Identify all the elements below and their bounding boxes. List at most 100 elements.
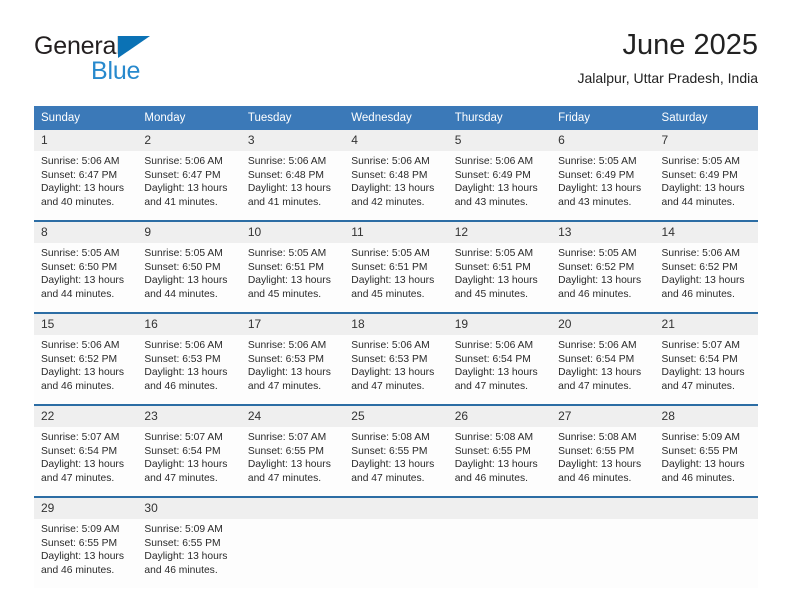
weekday-header-thursday: Thursday: [454, 112, 503, 124]
day-cell[interactable]: Sunrise: 5:06 AM Sunset: 6:47 PM Dayligh…: [137, 151, 240, 220]
daylight-text-line1: Daylight: 13 hours: [558, 183, 642, 195]
daylight-text-line1: Daylight: 13 hours: [661, 183, 745, 195]
sunset-text: Sunset: 6:55 PM: [41, 537, 118, 549]
day-number[interactable]: 2: [137, 130, 240, 151]
day-number[interactable]: 13: [551, 222, 654, 243]
daylight-text-line2: and 47 minutes.: [144, 472, 218, 484]
day-number[interactable]: 27: [551, 406, 654, 427]
day-number[interactable]: 12: [448, 222, 551, 243]
day-cell[interactable]: Sunrise: 5:09 AM Sunset: 6:55 PM Dayligh…: [34, 519, 137, 588]
day-cell[interactable]: Sunrise: 5:07 AM Sunset: 6:54 PM Dayligh…: [655, 335, 758, 404]
day-number[interactable]: 8: [34, 222, 137, 243]
day-cell[interactable]: Sunrise: 5:06 AM Sunset: 6:52 PM Dayligh…: [655, 243, 758, 312]
day-cell[interactable]: Sunrise: 5:05 AM Sunset: 6:49 PM Dayligh…: [551, 151, 654, 220]
day-cell[interactable]: Sunrise: 5:06 AM Sunset: 6:48 PM Dayligh…: [241, 151, 344, 220]
day-number[interactable]: 28: [655, 406, 758, 427]
day-cell[interactable]: Sunrise: 5:06 AM Sunset: 6:52 PM Dayligh…: [34, 335, 137, 404]
daylight-text-line1: Daylight: 13 hours: [41, 183, 124, 195]
day-cell[interactable]: Sunrise: 5:06 AM Sunset: 6:48 PM Dayligh…: [344, 151, 447, 220]
day-cell[interactable]: Sunrise: 5:08 AM Sunset: 6:55 PM Dayligh…: [448, 427, 551, 496]
day-number[interactable]: 30: [137, 498, 240, 519]
day-number[interactable]: 15: [34, 314, 137, 335]
day-cell[interactable]: Sunrise: 5:06 AM Sunset: 6:54 PM Dayligh…: [551, 335, 654, 404]
logo-triangle-icon: [118, 36, 150, 58]
day-number[interactable]: 22: [34, 406, 137, 427]
day-cell[interactable]: Sunrise: 5:06 AM Sunset: 6:53 PM Dayligh…: [137, 335, 240, 404]
sunset-text: Sunset: 6:54 PM: [661, 353, 738, 365]
sunset-text: Sunset: 6:54 PM: [558, 353, 635, 365]
daylight-text-line1: Daylight: 13 hours: [144, 275, 228, 287]
day-cell[interactable]: Sunrise: 5:06 AM Sunset: 6:49 PM Dayligh…: [448, 151, 551, 220]
day-number[interactable]: 23: [137, 406, 240, 427]
day-number[interactable]: 19: [448, 314, 551, 335]
day-cell[interactable]: Sunrise: 5:05 AM Sunset: 6:49 PM Dayligh…: [655, 151, 758, 220]
day-cell[interactable]: Sunrise: 5:05 AM Sunset: 6:50 PM Dayligh…: [34, 243, 137, 312]
sunrise-text: Sunrise: 5:07 AM: [41, 432, 120, 443]
day-number[interactable]: 1: [34, 130, 137, 151]
sunrise-text: Sunrise: 5:05 AM: [558, 248, 637, 259]
week-row: 15 16 17 18 19 20 21 Sunrise: 5:06 AM Su…: [34, 312, 758, 404]
sunset-text: Sunset: 6:49 PM: [454, 169, 531, 181]
day-cell[interactable]: Sunrise: 5:07 AM Sunset: 6:54 PM Dayligh…: [34, 427, 137, 496]
daylight-text-line2: and 46 minutes.: [41, 564, 115, 576]
day-number[interactable]: 20: [551, 314, 654, 335]
daylight-text-line1: Daylight: 13 hours: [454, 367, 538, 379]
day-detail-band: Sunrise: 5:09 AM Sunset: 6:55 PM Dayligh…: [34, 519, 758, 588]
day-cell[interactable]: Sunrise: 5:05 AM Sunset: 6:51 PM Dayligh…: [241, 243, 344, 312]
daylight-text-line2: and 44 minutes.: [41, 288, 115, 300]
day-number-empty: [344, 498, 447, 519]
sunset-text: Sunset: 6:48 PM: [351, 169, 428, 181]
generalblue-logo[interactable]: General Blue: [34, 33, 274, 87]
day-number[interactable]: 10: [241, 222, 344, 243]
day-cell[interactable]: Sunrise: 5:06 AM Sunset: 6:53 PM Dayligh…: [241, 335, 344, 404]
day-number-empty: [655, 498, 758, 519]
day-number[interactable]: 17: [241, 314, 344, 335]
sunrise-text: Sunrise: 5:08 AM: [351, 432, 430, 443]
daylight-text-line1: Daylight: 13 hours: [454, 183, 538, 195]
day-number[interactable]: 24: [241, 406, 344, 427]
day-cell[interactable]: Sunrise: 5:05 AM Sunset: 6:52 PM Dayligh…: [551, 243, 654, 312]
day-number[interactable]: 18: [344, 314, 447, 335]
daylight-text-line1: Daylight: 13 hours: [454, 275, 538, 287]
sunrise-text: Sunrise: 5:08 AM: [454, 432, 534, 443]
day-number[interactable]: 9: [137, 222, 240, 243]
day-cell[interactable]: Sunrise: 5:06 AM Sunset: 6:47 PM Dayligh…: [34, 151, 137, 220]
sunrise-text: Sunrise: 5:05 AM: [351, 248, 430, 259]
sunrise-text: Sunrise: 5:05 AM: [454, 248, 534, 259]
day-number[interactable]: 3: [241, 130, 344, 151]
daylight-text-line1: Daylight: 13 hours: [247, 275, 331, 287]
day-cell[interactable]: Sunrise: 5:05 AM Sunset: 6:51 PM Dayligh…: [344, 243, 447, 312]
day-number[interactable]: 25: [344, 406, 447, 427]
sunrise-text: Sunrise: 5:05 AM: [41, 248, 120, 259]
sunset-text: Sunset: 6:53 PM: [247, 353, 324, 365]
daylight-text-line1: Daylight: 13 hours: [247, 367, 331, 379]
day-number[interactable]: 29: [34, 498, 137, 519]
daylight-text-line1: Daylight: 13 hours: [41, 275, 124, 287]
day-cell[interactable]: Sunrise: 5:05 AM Sunset: 6:50 PM Dayligh…: [137, 243, 240, 312]
day-number[interactable]: 4: [344, 130, 447, 151]
day-number[interactable]: 16: [137, 314, 240, 335]
day-cell[interactable]: Sunrise: 5:08 AM Sunset: 6:55 PM Dayligh…: [551, 427, 654, 496]
day-number[interactable]: 26: [448, 406, 551, 427]
sunrise-text: Sunrise: 5:05 AM: [661, 156, 740, 167]
day-number[interactable]: 7: [655, 130, 758, 151]
day-cell[interactable]: Sunrise: 5:07 AM Sunset: 6:55 PM Dayligh…: [241, 427, 344, 496]
week-row: 22 23 24 25 26 27 28 Sunrise: 5:07 AM Su…: [34, 404, 758, 496]
day-cell[interactable]: Sunrise: 5:09 AM Sunset: 6:55 PM Dayligh…: [655, 427, 758, 496]
day-cell[interactable]: Sunrise: 5:07 AM Sunset: 6:54 PM Dayligh…: [137, 427, 240, 496]
day-cell[interactable]: Sunrise: 5:06 AM Sunset: 6:54 PM Dayligh…: [448, 335, 551, 404]
sunrise-text: Sunrise: 5:07 AM: [144, 432, 223, 443]
day-number[interactable]: 5: [448, 130, 551, 151]
daylight-text-line1: Daylight: 13 hours: [558, 459, 642, 471]
daylight-text-line1: Daylight: 13 hours: [247, 183, 331, 195]
day-number[interactable]: 11: [344, 222, 447, 243]
sunset-text: Sunset: 6:55 PM: [144, 537, 221, 549]
day-cell[interactable]: Sunrise: 5:09 AM Sunset: 6:55 PM Dayligh…: [137, 519, 240, 588]
day-number[interactable]: 14: [655, 222, 758, 243]
day-cell[interactable]: Sunrise: 5:05 AM Sunset: 6:51 PM Dayligh…: [448, 243, 551, 312]
daylight-text-line1: Daylight: 13 hours: [144, 183, 228, 195]
day-number[interactable]: 21: [655, 314, 758, 335]
day-number[interactable]: 6: [551, 130, 654, 151]
day-cell[interactable]: Sunrise: 5:06 AM Sunset: 6:53 PM Dayligh…: [344, 335, 447, 404]
day-cell[interactable]: Sunrise: 5:08 AM Sunset: 6:55 PM Dayligh…: [344, 427, 447, 496]
